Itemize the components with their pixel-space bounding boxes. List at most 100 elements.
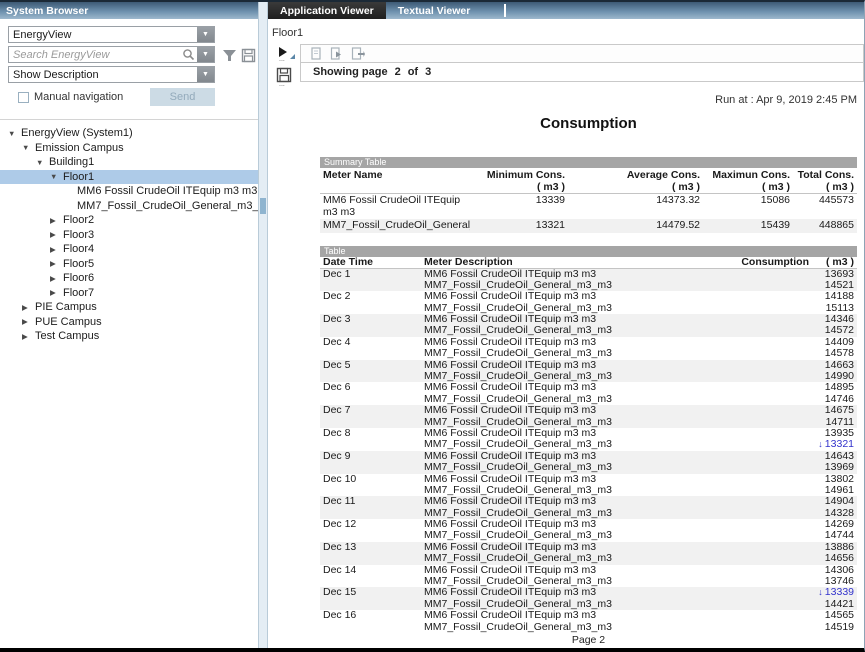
tree-item[interactable]: ▶Floor3 bbox=[0, 228, 258, 243]
filter-icon[interactable] bbox=[222, 48, 238, 64]
detail-value: 14519 bbox=[737, 622, 857, 633]
svg-text:...: ... bbox=[279, 56, 285, 62]
chevron-down-icon[interactable]: ▼ bbox=[22, 143, 34, 152]
page-next-icon[interactable] bbox=[330, 47, 343, 60]
arrow-down-icon: ↓ bbox=[818, 587, 823, 597]
detail-table: Table Date Time Meter Description Consum… bbox=[320, 246, 857, 634]
chevron-right-icon[interactable]: ▶ bbox=[50, 230, 62, 239]
search-icon[interactable] bbox=[182, 48, 195, 61]
viewer-panel: Application Viewer Textual Viewer Floor1… bbox=[268, 2, 865, 648]
tree-item[interactable]: ▶Test Campus bbox=[0, 329, 258, 344]
page-icon[interactable] bbox=[310, 47, 322, 60]
summary-value: 448865 bbox=[790, 220, 857, 232]
tree-item[interactable]: ▼Floor1 bbox=[0, 170, 258, 185]
detail-date: Dec 10 bbox=[320, 474, 420, 485]
tree-item[interactable]: MM6 Fossil CrudeOil ITEquip m3 m3 bbox=[0, 184, 258, 199]
detail-table-header: Date Time Meter Description Consumption … bbox=[320, 257, 857, 269]
summary-value: 13321 bbox=[470, 220, 565, 232]
panel-splitter[interactable] bbox=[258, 2, 268, 648]
manual-navigation-checkbox[interactable] bbox=[18, 92, 29, 103]
detail-date: Dec 16 bbox=[320, 610, 420, 621]
detail-date bbox=[320, 553, 420, 564]
chevron-down-icon[interactable]: ▼ bbox=[36, 158, 48, 167]
tree-item[interactable]: MM7_Fossil_CrudeOil_General_m3_m3 bbox=[0, 199, 258, 214]
search-input[interactable]: Search EnergyView ▼ bbox=[8, 46, 215, 63]
chevron-right-icon[interactable]: ▶ bbox=[50, 259, 62, 268]
detail-meter-description: MM7_Fossil_CrudeOil_General_m3_m3 bbox=[420, 622, 737, 633]
detail-date-group: Dec 13MM6 Fossil CrudeOil ITEquip m3 m31… bbox=[320, 542, 857, 565]
tree-item-label: Floor7 bbox=[62, 287, 94, 299]
col-meter-name: Meter Name bbox=[320, 169, 470, 193]
tree-item[interactable]: ▼Emission Campus bbox=[0, 141, 258, 156]
summary-value: 13339 bbox=[470, 195, 565, 218]
page-export-icon[interactable] bbox=[351, 47, 366, 60]
chevron-down-icon[interactable]: ▼ bbox=[197, 67, 214, 82]
report-page: Run at : Apr 9, 2019 2:45 PM Consumption… bbox=[320, 86, 857, 646]
chevron-down-icon[interactable]: ▼ bbox=[50, 172, 62, 181]
detail-date-group: Dec 11MM6 Fossil CrudeOil ITEquip m3 m31… bbox=[320, 496, 857, 519]
detail-date-group: Dec 4MM6 Fossil CrudeOil ITEquip m3 m314… bbox=[320, 337, 857, 360]
arrow-down-icon: ↓ bbox=[818, 439, 823, 449]
tree-item[interactable]: ▶Floor6 bbox=[0, 271, 258, 286]
summary-value: 14479.52 bbox=[565, 220, 700, 232]
chevron-right-icon[interactable]: ▶ bbox=[22, 303, 34, 312]
chevron-right-icon[interactable]: ▶ bbox=[22, 317, 34, 326]
chevron-right-icon[interactable]: ▶ bbox=[22, 332, 34, 341]
system-browser-title: System Browser bbox=[6, 5, 88, 17]
tree-item-label: Test Campus bbox=[34, 330, 99, 342]
description-dropdown[interactable]: Show Description ▼ bbox=[8, 66, 215, 83]
chevron-right-icon[interactable]: ▶ bbox=[50, 216, 62, 225]
detail-date: Dec 9 bbox=[320, 451, 420, 462]
send-button[interactable]: Send bbox=[150, 88, 215, 106]
detail-row: MM7_Fossil_CrudeOil_General_m3_m314656 bbox=[320, 553, 857, 564]
detail-value: 14565 bbox=[737, 610, 857, 621]
detail-date: Dec 12 bbox=[320, 519, 420, 530]
run-report-icon[interactable]: ... bbox=[278, 46, 300, 62]
chevron-down-icon[interactable]: ▼ bbox=[197, 47, 214, 62]
tree-item[interactable]: ▼Building1 bbox=[0, 155, 258, 170]
tree-item[interactable]: ▶Floor4 bbox=[0, 242, 258, 257]
save-icon[interactable] bbox=[241, 48, 257, 64]
detail-row: Dec 11MM6 Fossil CrudeOil ITEquip m3 m31… bbox=[320, 496, 857, 507]
chevron-down-icon[interactable]: ▼ bbox=[8, 129, 20, 138]
summary-value: 15439 bbox=[700, 220, 790, 232]
col-minimum: Minimum Cons. ( m3 ) bbox=[470, 169, 565, 193]
save-report-icon[interactable]: ... bbox=[276, 67, 300, 87]
breadcrumb: Floor1 bbox=[272, 27, 303, 39]
chevron-right-icon[interactable]: ▶ bbox=[50, 288, 62, 297]
system-dropdown[interactable]: EnergyView ▼ bbox=[8, 26, 215, 43]
tree-item[interactable]: ▶PUE Campus bbox=[0, 315, 258, 330]
splitter-handle-icon[interactable] bbox=[260, 198, 266, 214]
chevron-down-icon[interactable]: ▼ bbox=[197, 27, 214, 42]
tab-textual-viewer[interactable]: Textual Viewer bbox=[386, 2, 502, 19]
tree-item[interactable]: ▶Floor5 bbox=[0, 257, 258, 272]
detail-meter-description: MM6 Fossil CrudeOil ITEquip m3 m3 bbox=[420, 610, 737, 621]
summary-meter-name: MM6 Fossil CrudeOil ITEquip m3 m3 bbox=[320, 195, 470, 218]
tree-item-label: Floor3 bbox=[62, 229, 94, 241]
tree-item[interactable]: ▶PIE Campus bbox=[0, 300, 258, 315]
detail-date-group: Dec 9MM6 Fossil CrudeOil ITEquip m3 m314… bbox=[320, 451, 857, 474]
system-browser-header: System Browser bbox=[0, 2, 258, 19]
search-placeholder: Search EnergyView bbox=[9, 49, 182, 61]
detail-value: 14656 bbox=[737, 553, 857, 564]
report-run-at: Run at : Apr 9, 2019 2:45 PM bbox=[320, 94, 857, 106]
tree-item-label: Floor5 bbox=[62, 258, 94, 270]
detail-date: Dec 2 bbox=[320, 291, 420, 302]
chevron-right-icon[interactable]: ▶ bbox=[50, 274, 62, 283]
summary-table-body: MM6 Fossil CrudeOil ITEquip m3 m31333914… bbox=[320, 194, 857, 233]
tree-item-label: Floor6 bbox=[62, 272, 94, 284]
tree-item[interactable]: ▶Floor7 bbox=[0, 286, 258, 301]
detail-meter-description: MM7_Fossil_CrudeOil_General_m3_m3 bbox=[420, 348, 737, 359]
summary-value: 445573 bbox=[790, 195, 857, 218]
detail-meter-description: MM6 Fossil CrudeOil ITEquip m3 m3 bbox=[420, 496, 737, 507]
summary-row: MM7_Fossil_CrudeOil_General_1332114479.5… bbox=[320, 219, 857, 233]
tree-item-label: PIE Campus bbox=[34, 301, 97, 313]
tree-item[interactable]: ▶Floor2 bbox=[0, 213, 258, 228]
tab-application-viewer[interactable]: Application Viewer bbox=[268, 2, 386, 19]
summary-value: 14373.32 bbox=[565, 195, 700, 218]
detail-meter-description: MM6 Fossil CrudeOil ITEquip m3 m3 bbox=[420, 291, 737, 302]
paging-label: Showing page bbox=[313, 66, 388, 78]
tree-item[interactable]: ▼EnergyView (System1) bbox=[0, 126, 258, 141]
chevron-right-icon[interactable]: ▶ bbox=[50, 245, 62, 254]
manual-navigation-label: Manual navigation bbox=[34, 91, 123, 103]
